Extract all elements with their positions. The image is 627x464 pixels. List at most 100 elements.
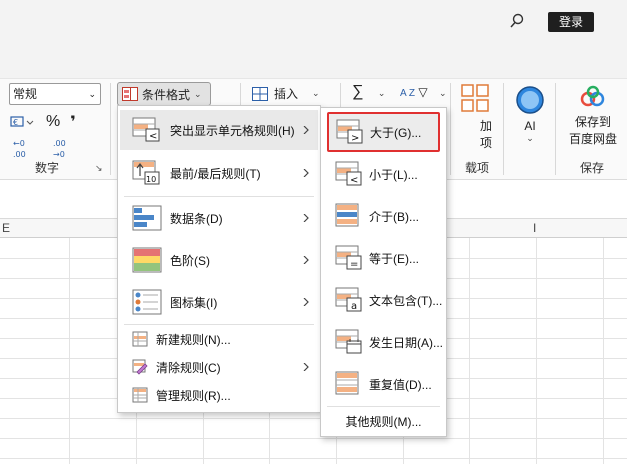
group-separator (450, 83, 451, 175)
comma-style-button[interactable]: ❜ (70, 112, 76, 132)
number-format-row: € % ❜ (10, 111, 76, 133)
grid-line (536, 238, 537, 464)
date-occurring-icon (335, 329, 362, 354)
grid-line (603, 238, 604, 464)
accounting-format-icon[interactable]: € (10, 114, 36, 130)
insert-cells-icon (252, 86, 268, 101)
group-separator (503, 83, 504, 175)
conditional-format-icon (122, 87, 138, 101)
sort-filter-icon: A Z (400, 88, 416, 99)
chevron-right-icon (303, 169, 309, 177)
duplicate-values-icon (335, 371, 359, 395)
highlight-cells-submenu: > 大于(G)... < 小于(L)... 介于(B)... = 等于(E)..… (320, 107, 447, 437)
menu-item-label: 清除规则(C) (156, 360, 221, 375)
grid-line (469, 238, 470, 464)
menu-item-date-occurring[interactable]: 发生日期(A)... (325, 322, 443, 362)
menu-separator (124, 196, 314, 197)
equal-symbol: = (350, 259, 358, 270)
save-to-baidu-button[interactable]: 保存到 百度网盘 (562, 85, 624, 147)
menu-item-label: 最前/最后规则(T) (170, 166, 261, 181)
menu-item-more-rules[interactable]: 其他规则(M)... (325, 408, 442, 434)
less-than-symbol: < (350, 175, 358, 186)
menu-item-label: 图标集(I) (170, 295, 218, 310)
menu-item-label: 介于(B)... (369, 209, 419, 224)
chevron-right-icon (303, 256, 309, 264)
grid-line (0, 438, 627, 439)
search-icon[interactable] (509, 13, 525, 29)
chevron-down-icon: ⌄ (438, 88, 447, 98)
svg-text:€: € (13, 118, 18, 127)
grid-line (0, 458, 627, 459)
chevron-down-icon: ⌄ (526, 133, 534, 143)
menu-item-label: 文本包含(T)... (369, 293, 443, 308)
menu-item-greater-than[interactable]: > 大于(G)... (327, 112, 440, 152)
svg-text:<: < (149, 131, 157, 142)
grid-line (0, 418, 627, 419)
grid-line (69, 238, 70, 464)
group-separator (240, 83, 241, 107)
addins-grid-icon (461, 84, 489, 112)
ai-button[interactable]: AI ⌄ (512, 85, 548, 144)
menu-item-between[interactable]: 介于(B)... (325, 196, 442, 236)
menu-item-label: 重复值(D)... (369, 377, 432, 392)
menu-item-color-scales[interactable]: 色阶(S) (120, 240, 318, 280)
decrease-decimal-icon[interactable]: .00 →0 (52, 137, 74, 159)
menu-item-equal-to[interactable]: = 等于(E)... (325, 238, 442, 278)
menu-item-manage-rules[interactable]: 管理规则(R)... (120, 382, 318, 408)
icon-sets-icon (132, 289, 162, 315)
chevron-down-icon: ⌄ (194, 88, 202, 99)
menu-item-text-contains[interactable]: a 文本包含(T)... (325, 280, 442, 320)
text-contains-icon: a (335, 287, 362, 312)
greater-than-icon: > (336, 119, 363, 144)
chevron-right-icon (303, 126, 309, 134)
less-than-icon: < (335, 161, 362, 186)
addins-group-label: 载项 (465, 161, 490, 175)
insert-label: 插入 (274, 87, 299, 101)
menu-item-less-than[interactable]: < 小于(L)... (325, 154, 442, 194)
sort-filter-button[interactable]: A Z ▽ ⌄ (400, 85, 446, 99)
greater-than-symbol: > (351, 133, 359, 144)
text-a-symbol: a (351, 301, 357, 312)
title-bar: 登录 (0, 0, 627, 80)
menu-item-duplicate-values[interactable]: 重复值(D)... (325, 364, 442, 404)
percent-button[interactable]: % (46, 113, 60, 131)
menu-item-clear-rules[interactable]: 清除规则(C) (120, 354, 318, 380)
number-format-select[interactable]: 常规 ⌄ (9, 83, 101, 105)
menu-item-label: 等于(E)... (369, 251, 419, 266)
manage-rules-icon (132, 387, 148, 403)
menu-item-label: 小于(L)... (369, 167, 418, 182)
increase-decimal-icon[interactable]: ←0 .00 (12, 137, 34, 159)
addins-button[interactable]: 加 项 (458, 83, 492, 151)
conditional-format-button[interactable]: 条件格式 ⌄ (117, 82, 211, 106)
menu-separator (124, 324, 314, 325)
new-rule-icon (132, 331, 148, 347)
clear-rules-icon (132, 359, 148, 375)
chevron-right-icon (303, 363, 309, 371)
autosum-button[interactable]: ∑ ⌄ (352, 83, 385, 101)
menu-item-highlight-cell-rules[interactable]: < 突出显示单元格规则(H) (120, 110, 318, 150)
column-header-e[interactable]: E (2, 221, 10, 235)
column-header-i[interactable]: I (533, 221, 536, 235)
group-separator (110, 83, 111, 175)
highlight-cells-icon: < (132, 117, 160, 142)
save-group-label: 保存 (580, 161, 605, 175)
menu-item-label: 突出显示单元格规则(H) (170, 123, 295, 138)
chevron-down-icon: ⌄ (377, 88, 386, 98)
menu-item-new-rule[interactable]: 新建规则(N)... (120, 326, 318, 352)
menu-item-top-bottom-rules[interactable]: 10 最前/最后规则(T) (120, 153, 318, 193)
menu-item-label: 发生日期(A)... (369, 335, 443, 350)
chevron-down-icon: ⌄ (312, 88, 320, 98)
insert-button[interactable]: 插入 ⌄ (252, 85, 320, 102)
number-format-value: 常规 (13, 87, 38, 101)
login-button[interactable]: 登录 (548, 12, 594, 32)
ai-orb-icon (516, 86, 544, 114)
chevron-right-icon (303, 214, 309, 222)
svg-text:←0: ←0 (13, 139, 25, 148)
between-icon (335, 203, 359, 227)
dialog-launcher-icon[interactable]: ↘ (95, 163, 103, 174)
menu-item-icon-sets[interactable]: 图标集(I) (120, 282, 318, 322)
chevron-down-icon: ⌄ (88, 89, 96, 99)
menu-item-data-bars[interactable]: 数据条(D) (120, 198, 318, 238)
sum-icon: ∑ (352, 83, 364, 100)
menu-item-label: 大于(G)... (370, 125, 422, 140)
